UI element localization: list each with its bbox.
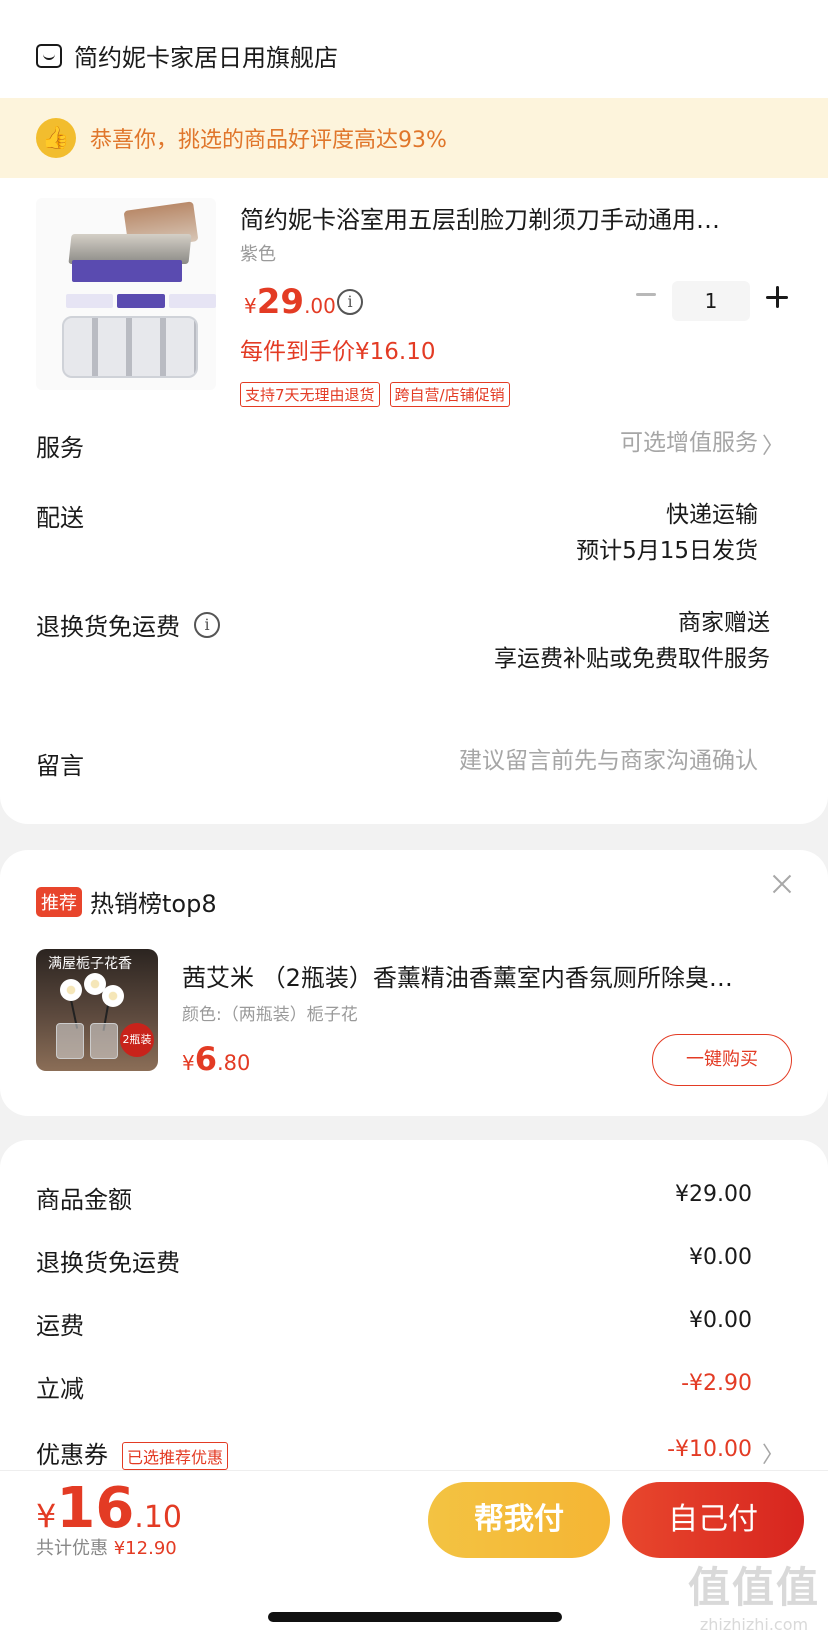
coupon-label: 优惠券: [36, 1441, 108, 1469]
watermark-url: zhizhizhi.com: [699, 1615, 809, 1634]
delivery-label: 配送: [36, 504, 84, 532]
price-symbol: ¥: [182, 1051, 195, 1075]
recommend-product-name[interactable]: 茜艾米 （2瓶装）香薰精油香薰室内香氛厕所除臭…: [182, 958, 792, 993]
return-fee-value: ¥0.00: [689, 1245, 752, 1270]
total-price: ¥ 16 .10: [36, 1476, 182, 1541]
tag-return-policy: 支持7天无理由退货: [240, 382, 380, 407]
blade-tray-graphic: [62, 316, 198, 378]
one-click-buy-button[interactable]: 一键购买: [652, 1034, 792, 1086]
quantity-increase-button[interactable]: [766, 286, 790, 310]
watermark: 值值值 zhizhizhi.com: [688, 1554, 820, 1634]
recommend-header: 推荐 热销榜top8: [36, 884, 217, 919]
return-fee-label: 退换货免运费: [36, 1249, 180, 1277]
delivery-estimate: 预计5月15日发货: [576, 538, 758, 564]
coupon-tag: 已选推荐优惠: [122, 1442, 229, 1470]
note-label: 留言: [36, 752, 84, 780]
shop-name: 简约妮卡家居日用旗舰店: [74, 44, 338, 72]
total-integer: 16: [56, 1476, 135, 1541]
recommend-product-variant: 颜色:（两瓶装）栀子花: [182, 1005, 358, 1025]
product-image[interactable]: [36, 198, 216, 390]
image-label-strip: [66, 294, 216, 308]
service-value[interactable]: 可选增值服务: [620, 424, 758, 462]
image-caption: 满屋栀子花香: [48, 956, 132, 972]
shipping-label: 运费: [36, 1312, 84, 1340]
recommend-price: ¥ 6 .80: [182, 1040, 250, 1078]
razor-blade-purple-graphic: [72, 260, 182, 282]
shipping-value: ¥0.00: [689, 1308, 752, 1333]
total-discount: 共计优惠 ¥12.90: [36, 1534, 177, 1560]
recommend-badge: 推荐: [36, 886, 82, 917]
total-symbol: ¥: [36, 1497, 57, 1535]
watermark-logo: 值值值: [687, 1563, 820, 1612]
pay-myself-button[interactable]: 自己付: [622, 1482, 804, 1558]
coupon-value[interactable]: -¥10.00: [667, 1437, 752, 1462]
total-discount-label: 共计优惠: [36, 1538, 108, 1559]
price-integer: 6: [194, 1040, 217, 1078]
return-shipping-detail: 享运费补贴或免费取件服务: [494, 646, 770, 672]
return-shipping-value: 商家赠送: [678, 610, 770, 636]
delivery-method: 快递运输: [666, 502, 758, 528]
total-decimal: .10: [134, 1500, 183, 1535]
product-price: ¥ 29 .00: [244, 282, 336, 322]
instant-discount-value: -¥2.90: [681, 1371, 752, 1396]
instant-discount-label: 立减: [36, 1375, 84, 1403]
close-icon[interactable]: [770, 872, 794, 896]
store-icon: [36, 43, 62, 68]
return-info-icon[interactable]: i: [194, 611, 220, 638]
price-decimal: .80: [217, 1051, 251, 1075]
flower-graphic: [60, 979, 82, 1001]
quantity-input[interactable]: 1: [672, 281, 750, 321]
goods-amount-label: 商品金额: [36, 1186, 132, 1214]
per-item-price: 每件到手价¥16.10: [240, 339, 436, 365]
recommend-title: 热销榜top8: [90, 890, 217, 918]
rating-banner: 👍 恭喜你，挑选的商品好评度高达93%: [0, 98, 828, 178]
product-variant[interactable]: 紫色: [240, 240, 276, 266]
price-decimal: .00: [304, 294, 336, 318]
return-shipping-label-wrap: 退换货免运费 i: [36, 607, 220, 642]
bottle-graphic: [56, 1023, 84, 1059]
thumbs-up-icon: 👍: [36, 118, 76, 158]
total-discount-amount: ¥12.90: [113, 1538, 177, 1559]
shop-header[interactable]: 简约妮卡家居日用旗舰店: [36, 38, 338, 73]
help-me-pay-button[interactable]: 帮我付: [428, 1482, 610, 1558]
price-integer: 29: [256, 282, 305, 322]
recommend-product-image[interactable]: 满屋栀子花香 2瓶装: [36, 949, 158, 1071]
product-title[interactable]: 简约妮卡浴室用五层刮脸刀剃须刀手动通用…: [240, 200, 772, 235]
quantity-decrease-button[interactable]: [636, 282, 660, 306]
chevron-right-icon[interactable]: 〉: [762, 428, 784, 460]
coupon-row[interactable]: 优惠券 已选推荐优惠: [36, 1435, 229, 1470]
chevron-right-icon[interactable]: 〉: [762, 1437, 784, 1469]
note-input[interactable]: 建议留言前先与商家沟通确认: [459, 742, 758, 780]
price-info-icon[interactable]: i: [337, 289, 363, 315]
banner-text: 恭喜你，挑选的商品好评度高达93%: [90, 128, 447, 153]
image-badge: 2瓶装: [120, 1023, 154, 1057]
home-indicator[interactable]: [268, 1612, 562, 1622]
product-tags: 支持7天无理由退货 跨自营/店铺促销: [240, 382, 510, 407]
price-symbol: ¥: [244, 294, 257, 318]
service-label: 服务: [36, 434, 84, 462]
return-shipping-label: 退换货免运费: [36, 613, 180, 641]
goods-amount-value: ¥29.00: [675, 1182, 752, 1207]
tag-promotion: 跨自营/店铺促销: [389, 382, 510, 407]
